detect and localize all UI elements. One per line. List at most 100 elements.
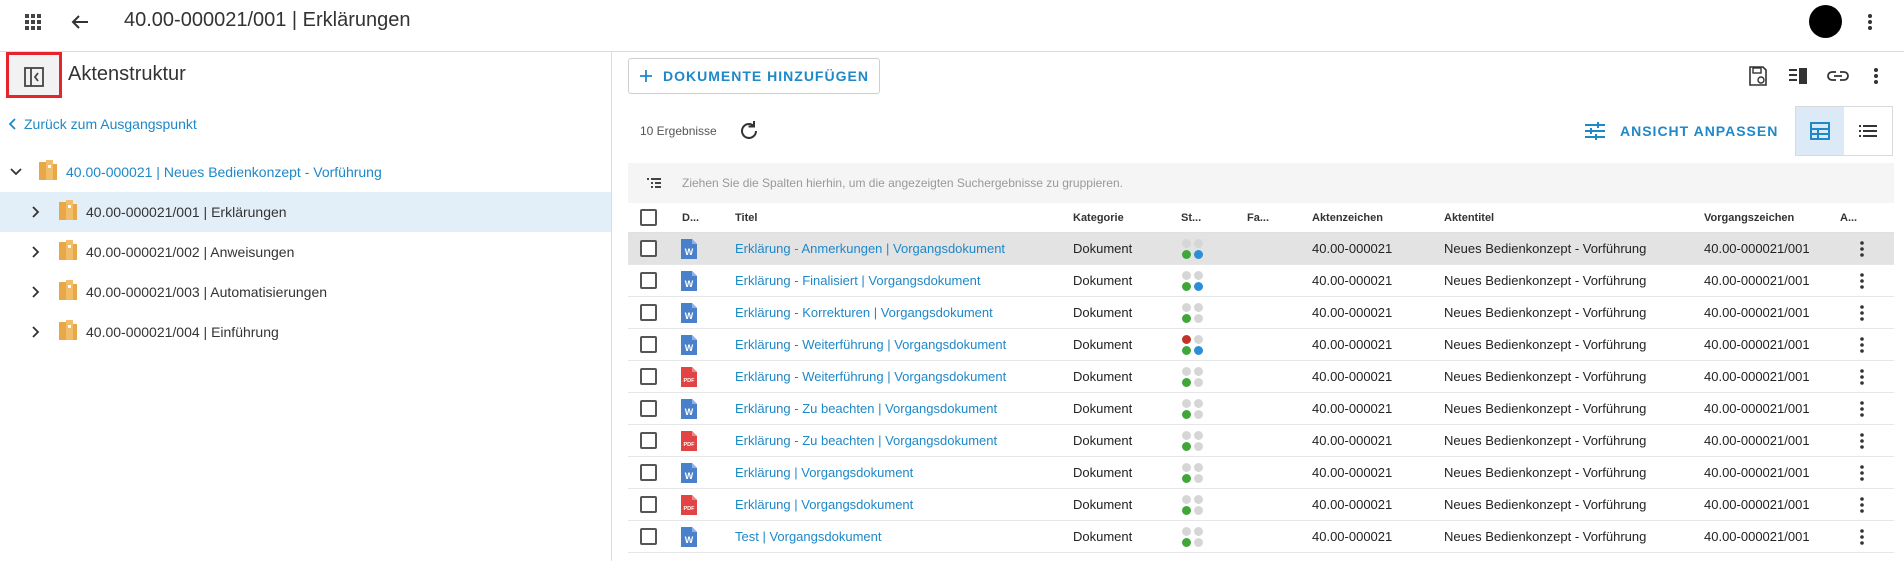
collapse-pane-button[interactable] bbox=[6, 52, 62, 98]
tree-item[interactable]: 40.00-000021/002 | Anweisungen bbox=[0, 232, 611, 272]
doc-type-cell: W bbox=[680, 265, 704, 296]
table-row[interactable]: W Erklärung - Anmerkungen | Vorgangsdokum… bbox=[628, 233, 1894, 265]
row-checkbox[interactable] bbox=[640, 432, 657, 449]
table-row[interactable]: W Erklärung - Weiterführung | Vorgangsdok… bbox=[628, 329, 1894, 361]
avatar[interactable] bbox=[1809, 5, 1842, 38]
save-link-icon[interactable] bbox=[1744, 62, 1772, 90]
row-checkbox[interactable] bbox=[640, 272, 657, 289]
table-row[interactable]: W Erklärung | Vorgangsdokument Dokument 40.… bbox=[628, 457, 1894, 489]
vorgang-cell: 40.00-000021/001 bbox=[1704, 305, 1810, 320]
columns-icon[interactable] bbox=[1784, 62, 1812, 90]
group-drop-zone[interactable]: Ziehen Sie die Spalten hierhin, um die a… bbox=[628, 163, 1894, 203]
aktentitel-cell: Neues Bedienkonzept - Vorführung bbox=[1444, 497, 1647, 512]
col-vorgang[interactable]: Vorgangszeichen bbox=[1704, 203, 1814, 232]
document-title-link[interactable]: Erklärung - Weiterführung | Vorgangsdoku… bbox=[735, 369, 1006, 384]
sidebar-collapse-icon bbox=[24, 67, 44, 87]
apps-grid-icon[interactable] bbox=[22, 11, 44, 33]
document-title-link[interactable]: Erklärung - Zu beachten | Vorgangsdokume… bbox=[735, 433, 997, 448]
pdf-file-icon: PDF bbox=[681, 494, 697, 515]
tree-item[interactable]: 40.00-000021/003 | Automatisierungen bbox=[0, 272, 611, 312]
chevron-right-icon[interactable] bbox=[26, 282, 46, 302]
doc-type-cell: W bbox=[680, 297, 704, 328]
tree-root-label: 40.00-000021 | Neues Bedienkonzept - Vor… bbox=[66, 164, 382, 180]
document-title-link[interactable]: Test | Vorgangsdokument bbox=[735, 529, 881, 544]
table-row[interactable]: PDF Erklärung | Vorgangsdokument Dokument 4… bbox=[628, 489, 1894, 521]
col-doc[interactable]: D... bbox=[682, 203, 708, 232]
document-title-link[interactable]: Erklärung - Weiterführung | Vorgangsdoku… bbox=[735, 337, 1006, 352]
document-title-link[interactable]: Erklärung - Finalisiert | Vorgangsdokume… bbox=[735, 273, 980, 288]
tree-root-item[interactable]: 40.00-000021 | Neues Bedienkonzept - Vor… bbox=[0, 152, 611, 192]
status-dots bbox=[1182, 270, 1203, 291]
vorgang-cell: 40.00-000021/001 bbox=[1704, 497, 1810, 512]
refresh-icon[interactable] bbox=[736, 118, 762, 144]
tune-icon bbox=[1585, 122, 1605, 140]
vorgang-cell: 40.00-000021/001 bbox=[1704, 337, 1810, 352]
col-aktenzeichen[interactable]: Aktenzeichen bbox=[1312, 203, 1412, 232]
link-icon[interactable] bbox=[1824, 62, 1852, 90]
table-row[interactable]: W Erklärung - Finalisiert | Vorgangsdokum… bbox=[628, 265, 1894, 297]
back-arrow-icon[interactable] bbox=[66, 8, 94, 36]
more-vertical-icon[interactable] bbox=[1862, 62, 1890, 90]
select-all-checkbox[interactable] bbox=[640, 209, 657, 226]
svg-text:PDF: PDF bbox=[684, 378, 696, 384]
document-title-link[interactable]: Erklärung - Zu beachten | Vorgangsdokume… bbox=[735, 401, 997, 416]
row-more-icon[interactable] bbox=[1858, 233, 1878, 264]
chevron-right-icon[interactable] bbox=[26, 202, 46, 222]
table-row[interactable]: W Erklärung - Zu beachten | Vorgangsdokum… bbox=[628, 393, 1894, 425]
col-aktentitel[interactable]: Aktentitel bbox=[1444, 203, 1544, 232]
chevron-down-icon[interactable] bbox=[6, 162, 26, 182]
col-fa[interactable]: Fa... bbox=[1247, 203, 1287, 232]
chevron-right-icon[interactable] bbox=[26, 322, 46, 342]
more-vertical-icon[interactable] bbox=[1858, 8, 1882, 36]
row-checkbox[interactable] bbox=[640, 400, 657, 417]
status-dots bbox=[1182, 302, 1203, 323]
list-view-button[interactable] bbox=[1844, 107, 1892, 155]
tree-item[interactable]: 40.00-000021/004 | Einführung bbox=[0, 312, 611, 352]
table-row[interactable]: PDF Erklärung - Zu beachten | Vorgangsdok… bbox=[628, 425, 1894, 457]
row-more-icon[interactable] bbox=[1858, 521, 1878, 552]
row-checkbox[interactable] bbox=[640, 496, 657, 513]
row-checkbox[interactable] bbox=[640, 240, 657, 257]
svg-text:W: W bbox=[685, 279, 694, 289]
aktenzeichen-cell: 40.00-000021 bbox=[1312, 401, 1393, 416]
row-checkbox[interactable] bbox=[640, 368, 657, 385]
back-to-origin-link[interactable]: Zurück zum Ausgangspunkt bbox=[8, 116, 197, 132]
aktentitel-cell: Neues Bedienkonzept - Vorführung bbox=[1444, 465, 1647, 480]
row-select bbox=[640, 297, 660, 328]
documents-table: D... Titel Kategorie St... Fa... Aktenze… bbox=[628, 203, 1894, 553]
document-title-link[interactable]: Erklärung - Korrekturen | Vorgangsdokume… bbox=[735, 305, 993, 320]
document-title-link[interactable]: Erklärung | Vorgangsdokument bbox=[735, 465, 913, 480]
row-checkbox[interactable] bbox=[640, 304, 657, 321]
row-more-icon[interactable] bbox=[1858, 297, 1878, 328]
customize-view-button[interactable]: ANSICHT ANPASSEN bbox=[1584, 118, 1778, 144]
aktentitel-cell: Neues Bedienkonzept - Vorführung bbox=[1444, 433, 1647, 448]
row-more-icon[interactable] bbox=[1858, 425, 1878, 456]
row-checkbox[interactable] bbox=[640, 464, 657, 481]
row-checkbox[interactable] bbox=[640, 336, 657, 353]
row-more-icon[interactable] bbox=[1858, 265, 1878, 296]
row-more-icon[interactable] bbox=[1858, 489, 1878, 520]
row-checkbox[interactable] bbox=[640, 528, 657, 545]
table-view-button[interactable] bbox=[1796, 107, 1844, 155]
table-row[interactable]: W Erklärung - Korrekturen | Vorgangsdokum… bbox=[628, 297, 1894, 329]
chevron-right-icon[interactable] bbox=[26, 242, 46, 262]
col-category[interactable]: Kategorie bbox=[1073, 203, 1153, 232]
row-select bbox=[640, 265, 660, 296]
table-row[interactable]: PDF Erklärung - Weiterführung | Vorgangsd… bbox=[628, 361, 1894, 393]
col-title[interactable]: Titel bbox=[735, 203, 935, 232]
table-view-icon bbox=[1810, 122, 1830, 140]
col-status[interactable]: St... bbox=[1181, 203, 1221, 232]
row-more-icon[interactable] bbox=[1858, 393, 1878, 424]
row-more-icon[interactable] bbox=[1858, 361, 1878, 392]
row-more-icon[interactable] bbox=[1858, 457, 1878, 488]
add-documents-button[interactable]: DOKUMENTE HINZUFÜGEN bbox=[628, 58, 880, 94]
doc-type-cell: PDF bbox=[680, 361, 704, 392]
document-title-link[interactable]: Erklärung | Vorgangsdokument bbox=[735, 497, 913, 512]
category-cell: Dokument bbox=[1073, 465, 1133, 480]
col-a[interactable]: A... bbox=[1840, 203, 1870, 232]
document-title-link[interactable]: Erklärung - Anmerkungen | Vorgangsdokume… bbox=[735, 241, 1005, 256]
tree-item[interactable]: 40.00-000021/001 | Erklärungen bbox=[0, 192, 611, 232]
table-row[interactable]: W Test | Vorgangsdokument Dokument 40.00-00… bbox=[628, 521, 1894, 553]
status-cell bbox=[1181, 425, 1221, 456]
row-more-icon[interactable] bbox=[1858, 329, 1878, 360]
